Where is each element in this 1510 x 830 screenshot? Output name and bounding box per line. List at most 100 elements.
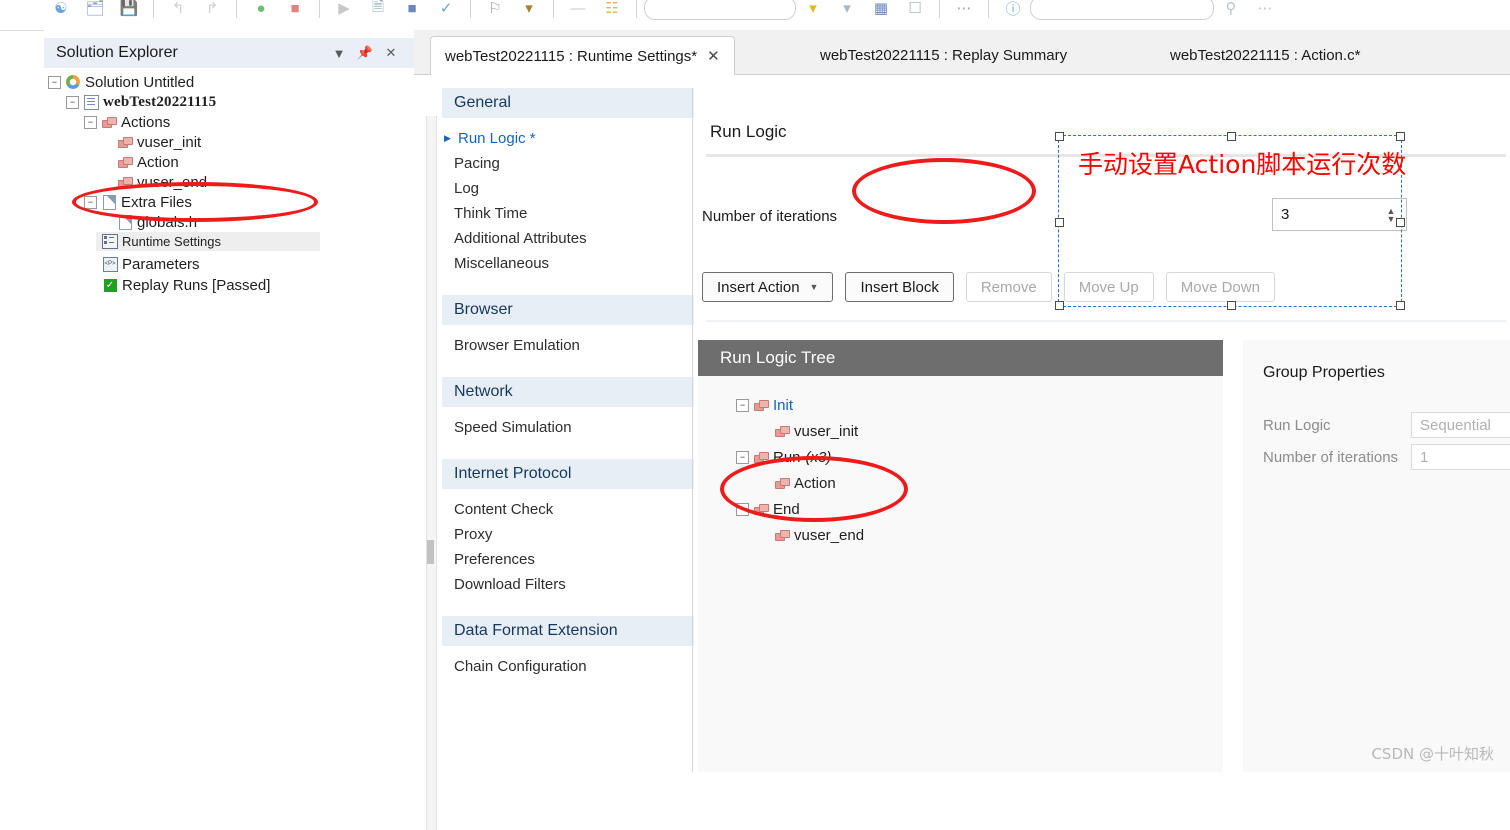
resize-handle-s[interactable] <box>1227 301 1236 310</box>
resize-handle-se[interactable] <box>1396 301 1405 310</box>
settings-item-think-time[interactable]: Think Time <box>442 201 720 226</box>
settings-item-browser-emulation[interactable]: Browser Emulation <box>442 333 720 358</box>
settings-item-chain-configuration[interactable]: Chain Configuration <box>442 654 720 679</box>
search-documentation-input[interactable] <box>1030 0 1214 20</box>
run-tree-node-action[interactable]: Action <box>698 470 1223 496</box>
run-tree-node-end[interactable]: − End <box>698 496 1223 522</box>
settings-item-speed-simulation[interactable]: Speed Simulation <box>442 415 720 440</box>
resize-handle-n[interactable] <box>1227 132 1236 141</box>
settings-item-log[interactable]: Log <box>442 176 720 201</box>
tree-item-extra-files[interactable]: − Extra Files <box>44 192 414 212</box>
item-label: Additional Attributes <box>454 230 587 247</box>
stop-icon[interactable]: ■ <box>278 0 312 23</box>
pin-icon[interactable]: 📌 <box>354 45 376 61</box>
help-icon[interactable]: ⓘ <box>996 0 1030 23</box>
collapse-toggle-icon[interactable]: − <box>736 450 749 464</box>
chevron-down-icon[interactable]: ▼ <box>328 46 350 61</box>
redo-icon[interactable]: ↱ <box>195 0 229 23</box>
settings-item-content-check[interactable]: Content Check <box>442 497 720 522</box>
resize-handle-nw[interactable] <box>1055 132 1064 141</box>
open-icon[interactable]: 🗂 <box>78 0 112 23</box>
save-icon[interactable]: 💾 <box>112 0 146 23</box>
zoom-level-icon[interactable]: ⋯ <box>947 0 981 23</box>
close-icon[interactable]: ✕ <box>707 47 720 65</box>
settings-item-additional-attributes[interactable]: Additional Attributes <box>442 226 720 251</box>
collapse-toggle-icon[interactable]: − <box>48 75 61 89</box>
item-label: Run Logic * <box>458 130 536 147</box>
run-icon[interactable]: ✓ <box>429 0 463 23</box>
record-icon[interactable]: ● <box>244 0 278 23</box>
item-label: Content Check <box>454 501 554 518</box>
settings-item-download-filters[interactable]: Download Filters <box>442 572 720 597</box>
insert-action-button[interactable]: Insert Action ▼ <box>702 272 834 302</box>
run-tree-node-vuser-end[interactable]: vuser_end <box>698 522 1223 548</box>
resize-handle-sw[interactable] <box>1055 301 1064 310</box>
collapse-toggle-icon[interactable]: − <box>66 95 79 109</box>
tab-replay-summary[interactable]: webTest20221115 : Replay Summary <box>806 36 1081 74</box>
file-icon <box>117 214 133 230</box>
grid-icon[interactable]: ▦ <box>864 0 898 23</box>
brick-icon <box>774 476 790 490</box>
settings-scrollbar-thumb[interactable] <box>427 540 434 564</box>
chevron-down-icon[interactable]: ▾ <box>796 0 830 23</box>
compile-icon[interactable]: 🗎 <box>361 0 395 23</box>
tree-item-parameters[interactable]: <P> Parameters <box>96 254 200 274</box>
step-icon[interactable]: ■ <box>395 0 429 23</box>
settings-item-run-logic[interactable]: ▶ Run Logic * <box>442 126 720 151</box>
group-label: Network <box>454 383 513 400</box>
dropdown-icon[interactable]: ▾ <box>830 0 864 23</box>
panel-splitter[interactable] <box>692 88 693 772</box>
tree-item-actions[interactable]: − Actions <box>44 112 414 132</box>
tree-item-action[interactable]: Action <box>44 152 414 172</box>
brick-icon <box>117 155 133 169</box>
run-tree-node-run[interactable]: − Run (x3) <box>698 444 1223 470</box>
page-title: Run Logic <box>710 122 787 141</box>
tree-item-vuser-init[interactable]: vuser_init <box>44 132 414 152</box>
flag-icon[interactable]: ⚐ <box>478 0 512 23</box>
resize-handle-w[interactable] <box>1055 218 1064 227</box>
group-properties-row-iterations: Number of iterations 1 <box>1263 444 1510 470</box>
collapse-toggle-icon[interactable]: − <box>84 115 97 129</box>
settings-item-preferences[interactable]: Preferences <box>442 547 720 572</box>
settings-item-proxy[interactable]: Proxy <box>442 522 720 547</box>
run-logic-tree-card: Run Logic Tree − Init vuser_init − Run (… <box>698 340 1223 772</box>
tab-runtime-settings[interactable]: webTest20221115 : Runtime Settings* ✕ <box>430 36 735 75</box>
undo-icon[interactable]: ↰ <box>161 0 195 23</box>
brick-icon <box>101 115 117 129</box>
run-logic-select[interactable]: Sequential <box>1411 412 1510 438</box>
pointer-icon[interactable]: ▾ <box>512 0 546 23</box>
script-selector-combo[interactable] <box>644 0 796 20</box>
collapse-toggle-icon[interactable]: − <box>736 398 749 412</box>
iterations-label: Number of iterations <box>702 208 838 225</box>
search-icon[interactable]: ⚲ <box>1214 0 1248 23</box>
run-tree-node-vuser-init[interactable]: vuser_init <box>698 418 1223 444</box>
tab-action-c[interactable]: webTest20221115 : Action.c* <box>1156 36 1374 74</box>
settings-scrollbar-track[interactable] <box>426 116 437 830</box>
run-tree-node-init[interactable]: − Init <box>698 392 1223 418</box>
item-label: Think Time <box>454 205 528 222</box>
tree-item-label: vuser_init <box>137 133 202 151</box>
tree-item-vuser-end[interactable]: vuser_end <box>44 172 414 192</box>
item-label: Proxy <box>454 526 493 543</box>
tree-item-replay-runs[interactable]: ✓ Replay Runs [Passed] <box>96 275 270 295</box>
tree-item-runtime-settings[interactable]: Runtime Settings <box>96 232 320 251</box>
settings-item-pacing[interactable]: Pacing <box>442 151 720 176</box>
tree-item-solution[interactable]: − Solution Untitled <box>44 72 414 92</box>
insert-block-button[interactable]: Insert Block <box>845 272 954 302</box>
overflow-icon[interactable]: ⋯ <box>1248 0 1282 23</box>
group-iterations-field[interactable]: 1 <box>1411 444 1510 470</box>
resize-handle-ne[interactable] <box>1396 132 1405 141</box>
chevron-down-icon[interactable]: ▼ <box>810 282 819 292</box>
replay-icon[interactable]: ▶ <box>327 0 361 23</box>
collapse-toggle-icon[interactable]: − <box>736 502 749 516</box>
close-icon[interactable]: ✕ <box>380 45 402 61</box>
minimize-icon[interactable]: — <box>561 0 595 23</box>
collapse-toggle-icon[interactable]: − <box>84 195 97 209</box>
tree-item-webtest[interactable]: − webTest20221115 <box>44 92 414 112</box>
brick-icon <box>753 398 769 412</box>
settings-item-miscellaneous[interactable]: Miscellaneous <box>442 251 720 276</box>
resize-handle-e[interactable] <box>1396 218 1405 227</box>
tree-item-globals-h[interactable]: globals.h <box>44 212 414 232</box>
window-icon[interactable]: ☐ <box>898 0 932 23</box>
